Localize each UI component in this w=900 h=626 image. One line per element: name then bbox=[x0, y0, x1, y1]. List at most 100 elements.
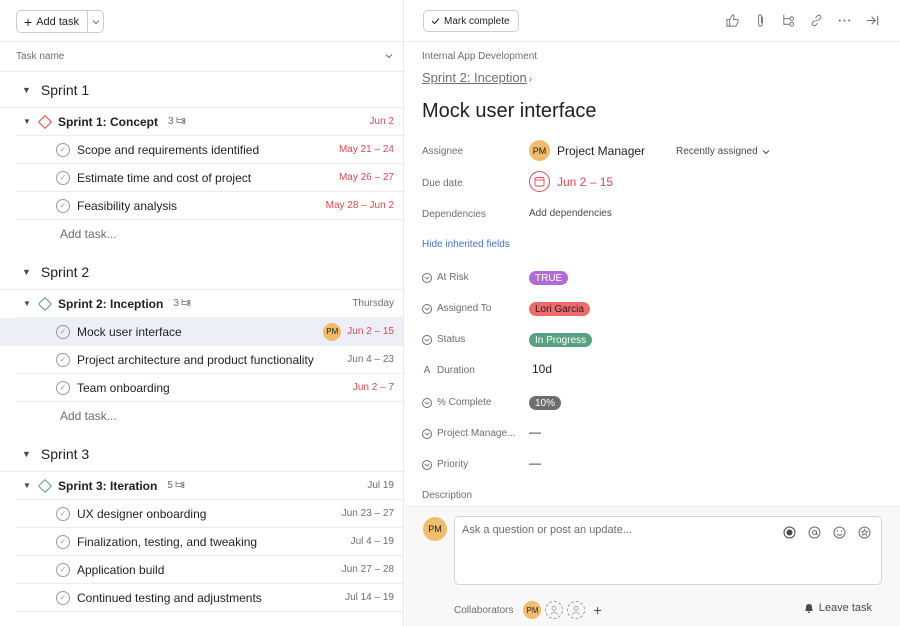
collapse-triangle-icon[interactable]: ▼ bbox=[22, 85, 31, 95]
milestone-row[interactable]: ▼ Sprint 1: Concept 3 Jun 2 bbox=[16, 108, 403, 136]
collapse-triangle-icon[interactable]: ▼ bbox=[22, 449, 31, 459]
mark-complete-button[interactable]: Mark complete bbox=[423, 10, 519, 32]
collapse-triangle-icon[interactable]: ▼ bbox=[23, 117, 37, 126]
milestone-name: Sprint 2: Inception bbox=[58, 296, 164, 311]
task-row[interactable]: ✓ Application build Jun 27 – 28 bbox=[16, 556, 403, 584]
task-date[interactable]: Jul 14 – 19 bbox=[345, 592, 394, 603]
project-name[interactable]: Internal App Development bbox=[422, 51, 537, 62]
add-task-dropdown[interactable] bbox=[87, 11, 103, 32]
column-options-button[interactable] bbox=[385, 51, 393, 62]
task-date[interactable]: May 28 – Jun 2 bbox=[326, 200, 394, 211]
collapse-triangle-icon[interactable]: ▼ bbox=[23, 299, 37, 308]
section-header[interactable]: ▼ Sprint 1 bbox=[0, 72, 403, 108]
task-date[interactable]: May 26 – 27 bbox=[339, 172, 394, 183]
task-date[interactable]: Jun 27 – 28 bbox=[342, 564, 394, 575]
custom-field-pill: Lori Garcia bbox=[529, 302, 590, 316]
collaborator-avatar[interactable]: PM bbox=[523, 601, 542, 619]
like-button[interactable] bbox=[724, 11, 740, 29]
milestone-date[interactable]: Jul 19 bbox=[367, 480, 394, 491]
custom-field-label-text: At Risk bbox=[437, 272, 469, 283]
custom-field-value[interactable]: Lori Garcia bbox=[529, 302, 590, 316]
section-title: Sprint 2 bbox=[40, 263, 90, 280]
date-value: Jun 2 bbox=[369, 116, 394, 127]
comment-box[interactable] bbox=[454, 516, 882, 585]
mark-complete-label: Mark complete bbox=[444, 15, 510, 27]
subtask-count[interactable]: 3 bbox=[168, 116, 186, 127]
add-collaborator-slot[interactable] bbox=[567, 601, 586, 619]
task-date[interactable]: Jun 2 – 7 bbox=[353, 382, 394, 393]
complete-checkbox-icon[interactable]: ✓ bbox=[56, 352, 70, 367]
record-button[interactable] bbox=[782, 525, 796, 539]
add-task-inline[interactable]: Add task... bbox=[0, 402, 403, 430]
task-row[interactable]: ✓ Team onboarding Jun 2 – 7 bbox=[16, 374, 403, 402]
custom-field-value[interactable]: TRUE bbox=[529, 271, 569, 285]
task-date[interactable]: Jul 4 – 19 bbox=[351, 536, 394, 547]
complete-checkbox-icon[interactable]: ✓ bbox=[56, 506, 70, 521]
person-icon bbox=[572, 605, 581, 615]
collapse-triangle-icon[interactable]: ▼ bbox=[22, 267, 31, 277]
assignee-avatar: PM bbox=[529, 140, 550, 161]
task-date[interactable]: Jun 4 – 23 bbox=[347, 354, 394, 365]
custom-field-value[interactable]: 10d bbox=[532, 362, 552, 376]
complete-checkbox-icon[interactable]: ✓ bbox=[56, 534, 70, 549]
complete-checkbox-icon[interactable]: ✓ bbox=[56, 324, 70, 339]
hide-inherited-fields-link[interactable]: Hide inherited fields bbox=[422, 239, 510, 250]
subtask-count[interactable]: 3 bbox=[173, 298, 191, 309]
task-row[interactable]: ✓ UX designer onboarding Jun 23 – 27 bbox=[16, 500, 403, 528]
complete-checkbox-icon[interactable]: ✓ bbox=[56, 590, 70, 605]
add-task-button[interactable]: + Add task bbox=[17, 11, 87, 32]
task-row[interactable]: ✓ Estimate time and cost of project May 26… bbox=[16, 164, 403, 192]
add-collaborator-slot[interactable] bbox=[545, 601, 564, 619]
complete-checkbox-icon[interactable]: ✓ bbox=[56, 198, 70, 213]
custom-field-value[interactable]: 10% bbox=[529, 396, 562, 410]
add-collaborator-button[interactable]: + bbox=[593, 602, 601, 618]
subtask-count[interactable]: 5 bbox=[167, 480, 185, 491]
custom-field-label-text: Assigned To bbox=[437, 303, 492, 314]
custom-field-label-text: Duration bbox=[437, 365, 475, 376]
collapse-triangle-icon[interactable]: ▼ bbox=[23, 481, 37, 490]
custom-field-value[interactable]: — bbox=[529, 425, 541, 439]
appreciation-button[interactable] bbox=[857, 525, 871, 539]
more-actions-button[interactable] bbox=[836, 11, 852, 29]
add-task-inline[interactable]: Add task... bbox=[0, 220, 403, 248]
task-name: Continued testing and adjustments bbox=[77, 590, 262, 605]
complete-checkbox-icon[interactable]: ✓ bbox=[56, 142, 70, 157]
milestone-date[interactable]: Thursday bbox=[352, 298, 394, 309]
emoji-button[interactable] bbox=[832, 525, 846, 539]
task-date[interactable]: Jun 23 – 27 bbox=[342, 508, 394, 519]
task-title[interactable]: Mock user interface bbox=[422, 100, 597, 123]
copy-link-button[interactable] bbox=[808, 11, 824, 29]
subtask-count-value: 3 bbox=[173, 298, 179, 309]
task-row[interactable]: ✓ Mock user interface PM Jun 2 – 15 bbox=[0, 318, 403, 346]
task-row[interactable]: ✓ Project architecture and product functi… bbox=[16, 346, 403, 374]
milestone-diamond-icon bbox=[37, 478, 53, 493]
task-date[interactable]: May 21 – 24 bbox=[339, 144, 394, 155]
task-row[interactable]: ✓ Finalization, testing, and tweaking Jul … bbox=[16, 528, 403, 556]
recently-assigned-dropdown[interactable]: Recently assigned bbox=[676, 146, 770, 157]
task-date[interactable]: PM Jun 2 – 15 bbox=[323, 322, 394, 341]
task-row[interactable]: ✓ Feasibility analysis May 28 – Jun 2 bbox=[16, 192, 403, 220]
mention-button[interactable] bbox=[807, 525, 821, 539]
complete-checkbox-icon[interactable]: ✓ bbox=[56, 562, 70, 577]
add-subtask-button[interactable] bbox=[780, 11, 796, 29]
complete-checkbox-icon[interactable]: ✓ bbox=[56, 170, 70, 185]
task-row[interactable]: ✓ Scope and requirements identified May 21… bbox=[16, 136, 403, 164]
due-date-field[interactable]: Jun 2 – 15 bbox=[529, 171, 613, 192]
milestone-row[interactable]: ▼ Sprint 3: Iteration 5 Jul 19 bbox=[16, 472, 403, 500]
complete-checkbox-icon[interactable]: ✓ bbox=[56, 380, 70, 395]
parent-task-link[interactable]: Sprint 2: Inception › bbox=[422, 70, 532, 85]
custom-field-value[interactable]: In Progress bbox=[529, 333, 593, 347]
assignee-field[interactable]: PM Project Manager bbox=[529, 140, 645, 161]
milestone-date[interactable]: Jun 2 bbox=[370, 116, 394, 127]
attachment-button[interactable] bbox=[752, 11, 768, 29]
leave-task-button[interactable]: Leave task bbox=[803, 602, 872, 614]
section-header[interactable]: ▼ Sprint 3 bbox=[0, 436, 403, 472]
milestone-row[interactable]: ▼ Sprint 2: Inception 3 Thursday bbox=[16, 290, 403, 318]
assignee-avatar[interactable]: PM bbox=[323, 322, 342, 341]
custom-field-value[interactable]: — bbox=[529, 456, 541, 470]
close-detail-button[interactable] bbox=[864, 11, 880, 29]
comment-input[interactable] bbox=[462, 524, 772, 536]
section-header[interactable]: ▼ Sprint 2 bbox=[0, 254, 403, 290]
task-row[interactable]: ✓ Continued testing and adjustments Jul 14… bbox=[16, 584, 403, 612]
add-dependencies-link[interactable]: Add dependencies bbox=[529, 208, 612, 219]
